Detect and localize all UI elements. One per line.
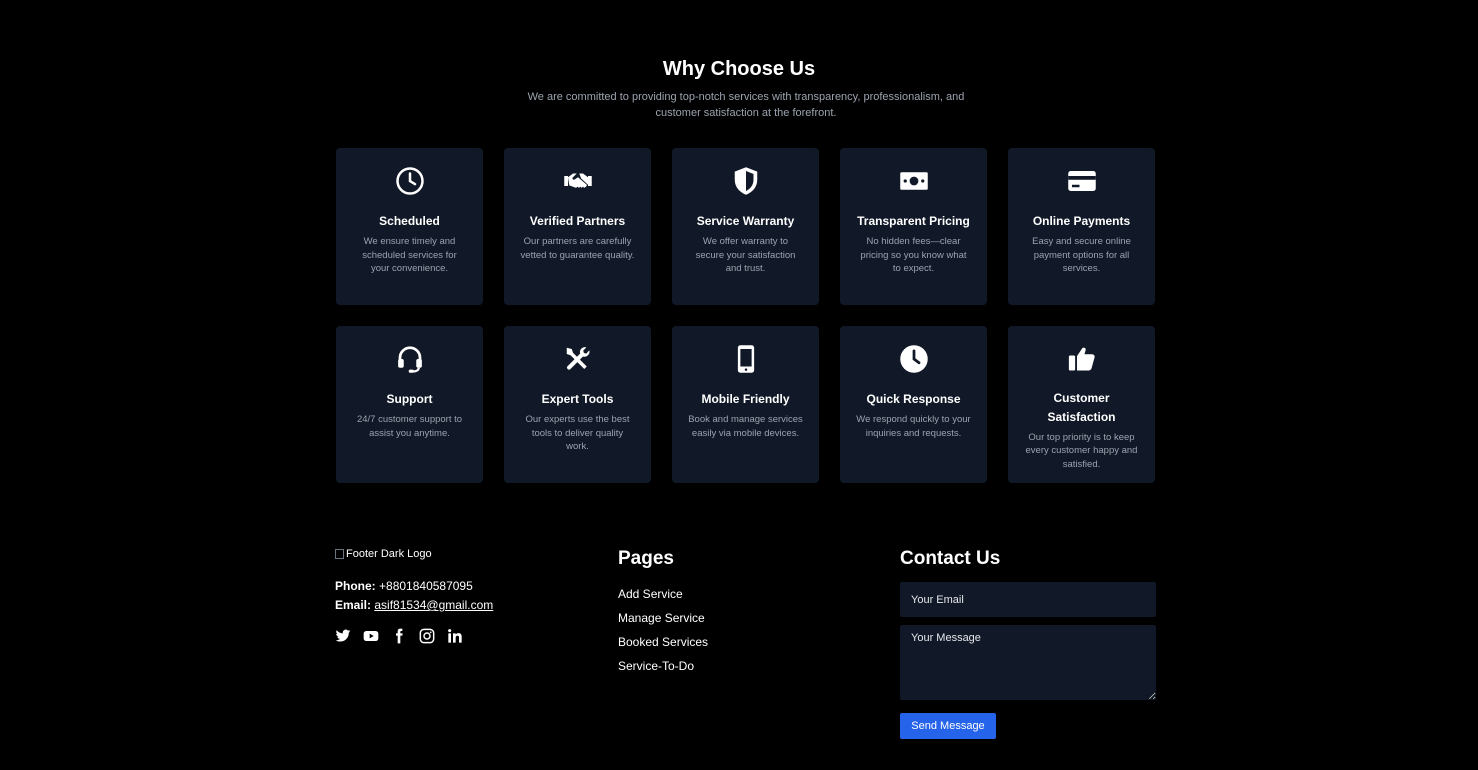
pages-nav: Add Service Manage Service Booked Servic… [618, 582, 708, 678]
email-link[interactable]: asif81534@gmail.com [374, 598, 493, 612]
facebook-icon[interactable] [391, 628, 407, 644]
handshake-icon [561, 164, 595, 198]
clock-filled-icon [897, 342, 931, 376]
footer-logo-alt-text: Footer Dark Logo [346, 548, 432, 560]
youtube-icon[interactable] [363, 628, 379, 644]
feature-card-customer-satisfaction: Customer Satisfaction Our top priority i… [1008, 326, 1155, 483]
pages-heading: Pages [618, 548, 674, 569]
tools-icon [561, 342, 595, 376]
feature-description: No hidden fees—clear pricing so you know… [860, 236, 967, 274]
linkedin-icon[interactable] [447, 628, 463, 644]
feature-description: Easy and secure online payment options f… [1032, 236, 1131, 274]
feature-card-verified-partners: Verified Partners Our partners are caref… [504, 148, 651, 305]
shield-icon [729, 164, 763, 198]
social-links [335, 628, 463, 644]
features-grid: Scheduled We ensure timely and scheduled… [336, 148, 1155, 483]
feature-title: Online Payments [1032, 214, 1131, 228]
headset-icon [393, 342, 427, 376]
feature-description: We respond quickly to your inquiries and… [856, 414, 971, 439]
broken-image-icon [335, 549, 344, 559]
feature-card-support: Support 24/7 customer support to assist … [336, 326, 483, 483]
clock-icon [393, 164, 427, 198]
phone-number: +8801840587095 [379, 579, 473, 593]
money-bill-icon [897, 164, 931, 198]
feature-description: Book and manage services easily via mobi… [688, 414, 803, 439]
feature-card-service-warranty: Service Warranty We offer warranty to se… [672, 148, 819, 305]
feature-title: Customer Satisfaction [1047, 390, 1116, 424]
mobile-icon [729, 342, 763, 376]
feature-card-transparent-pricing: Transparent Pricing No hidden fees—clear… [840, 148, 987, 305]
email-line: Email: asif81534@gmail.com [335, 598, 493, 612]
feature-description: Our partners are carefully vetted to gua… [520, 236, 635, 261]
section-subtitle: We are committed to providing top-notch … [527, 91, 965, 119]
instagram-icon[interactable] [419, 628, 435, 644]
feature-description: Our top priority is to keep every custom… [1025, 431, 1138, 470]
page-link-manage-service[interactable]: Manage Service [618, 606, 708, 630]
credit-card-icon [1065, 164, 1099, 198]
feature-title: Quick Response [866, 392, 961, 406]
page-link-add-service[interactable]: Add Service [618, 582, 708, 606]
feature-title: Service Warranty [696, 214, 795, 228]
feature-title: Scheduled [379, 214, 440, 228]
feature-title: Expert Tools [541, 392, 614, 406]
email-label: Email: [335, 598, 372, 612]
twitter-icon[interactable] [335, 628, 351, 644]
feature-description: We ensure timely and scheduled services … [362, 236, 457, 274]
feature-description: 24/7 customer support to assist you anyt… [356, 414, 463, 439]
feature-title: Mobile Friendly [701, 392, 790, 406]
thumbs-up-icon [1065, 342, 1099, 375]
feature-card-expert-tools: Expert Tools Our experts use the best to… [504, 326, 651, 483]
phone-line: Phone: +8801840587095 [335, 579, 473, 593]
email-field[interactable] [900, 582, 1156, 617]
feature-card-quick-response: Quick Response We respond quickly to you… [840, 326, 987, 483]
section-title: Why Choose Us [662, 58, 816, 80]
send-message-button[interactable]: Send Message [900, 713, 996, 739]
phone-label: Phone: [335, 579, 376, 593]
feature-title: Verified Partners [529, 214, 626, 228]
message-field[interactable] [900, 625, 1156, 700]
feature-description: Our experts use the best tools to delive… [525, 414, 630, 452]
page-link-service-to-do[interactable]: Service-To-Do [618, 654, 708, 678]
page-link-booked-services[interactable]: Booked Services [618, 630, 708, 654]
feature-description: We offer warranty to secure your satisfa… [695, 236, 796, 274]
feature-title: Transparent Pricing [857, 214, 970, 228]
feature-title: Support [386, 392, 433, 406]
footer-logo[interactable]: Footer Dark Logo [335, 548, 432, 560]
feature-card-online-payments: Online Payments Easy and secure online p… [1008, 148, 1155, 305]
feature-card-scheduled: Scheduled We ensure timely and scheduled… [336, 148, 483, 305]
contact-heading: Contact Us [900, 548, 1001, 569]
feature-card-mobile-friendly: Mobile Friendly Book and manage services… [672, 326, 819, 483]
